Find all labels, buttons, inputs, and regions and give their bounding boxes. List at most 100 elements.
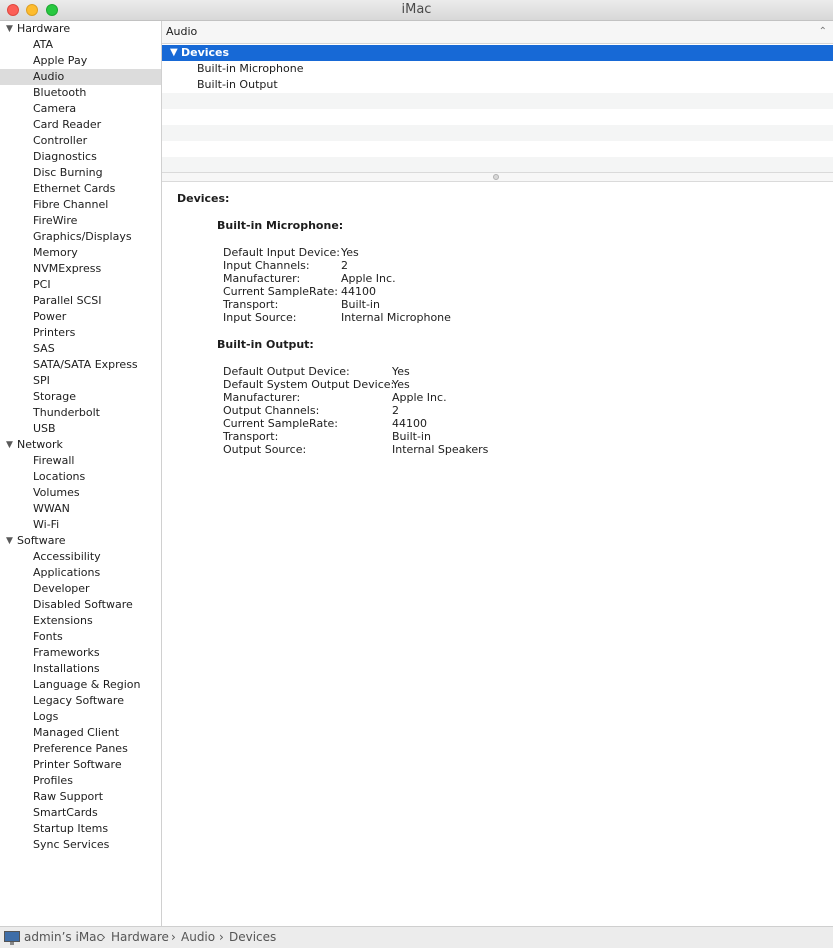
sidebar-group-label: Hardware [17,22,71,35]
tree-row-label: Devices [181,46,230,59]
sidebar-item-audio[interactable]: Audio [0,69,161,85]
sidebar-item-language-region[interactable]: Language & Region [0,677,161,693]
sidebar-item-label: USB [33,422,56,435]
disclosure-triangle-icon[interactable]: ▼ [6,533,13,549]
sidebar-item-memory[interactable]: Memory [0,245,161,261]
sidebar-item-fonts[interactable]: Fonts [0,629,161,645]
detail-key: Default Output Device: [223,365,350,378]
sidebar-item-developer[interactable]: Developer [0,581,161,597]
title-bar: iMac [0,0,833,21]
sidebar[interactable]: ▼ Hardware ATA Apple Pay Audio Bluetooth Camer… [0,21,162,926]
sidebar-item-diagnostics[interactable]: Diagnostics [0,149,161,165]
sidebar-item-label: Power [33,310,67,323]
sidebar-item-pci[interactable]: PCI [0,277,161,293]
sidebar-item-label: Wi-Fi [33,518,60,531]
detail-key: Output Channels: [223,404,320,417]
sidebar-item-label: Diagnostics [33,150,97,163]
sidebar-item-label: Managed Client [33,726,120,739]
sidebar-item-apple-pay[interactable]: Apple Pay [0,53,161,69]
sidebar-item-preference-panes[interactable]: Preference Panes [0,741,161,757]
window-title: iMac [401,2,432,17]
sidebar-item-label: SmartCards [33,806,98,819]
sidebar-item-printers[interactable]: Printers [0,325,161,341]
sidebar-item-smartcards[interactable]: SmartCards [0,805,161,821]
sidebar-item-installations[interactable]: Installations [0,661,161,677]
sidebar-item-sync-services[interactable]: Sync Services [0,837,161,853]
tree-row-built-in-microphone[interactable]: Built-in Microphone [162,61,833,77]
sidebar-item-volumes[interactable]: Volumes [0,485,161,501]
sidebar-item-profiles[interactable]: Profiles [0,773,161,789]
sidebar-item-label: Storage [33,390,77,403]
detail-value: Yes [341,246,359,259]
sidebar-item-sas[interactable]: SAS [0,341,161,357]
sidebar-item-firewall[interactable]: Firewall [0,453,161,469]
sidebar-item-label: Installations [33,662,100,675]
sidebar-item-storage[interactable]: Storage [0,389,161,405]
divider-handle-icon[interactable] [493,174,499,180]
sidebar-item-label: Firewall [33,454,75,467]
sidebar-item-logs[interactable]: Logs [0,709,161,725]
sidebar-item-disc-burning[interactable]: Disc Burning [0,165,161,181]
sidebar-item-frameworks[interactable]: Frameworks [0,645,161,661]
sidebar-item-label: Memory [33,246,78,259]
breadcrumb-separator: › [171,930,176,944]
sidebar-item-power[interactable]: Power [0,309,161,325]
tree-row-empty [162,109,833,125]
sidebar-item-label: Volumes [33,486,80,499]
sidebar-item-label: Graphics/Displays [33,230,132,243]
sidebar-item-extensions[interactable]: Extensions [0,613,161,629]
sidebar-item-accessibility[interactable]: Accessibility [0,549,161,565]
sidebar-item-ethernet-cards[interactable]: Ethernet Cards [0,181,161,197]
sidebar-item-printer-software[interactable]: Printer Software [0,757,161,773]
sidebar-item-legacy-software[interactable]: Legacy Software [0,693,161,709]
sidebar-item-startup-items[interactable]: Startup Items [0,821,161,837]
sidebar-item-fibre-channel[interactable]: Fibre Channel [0,197,161,213]
detail-value: 44100 [341,285,376,298]
tree-row-built-in-output[interactable]: Built-in Output [162,77,833,93]
chevron-up-icon[interactable]: ⌃ [819,21,827,43]
sidebar-item-raw-support[interactable]: Raw Support [0,789,161,805]
sidebar-item-wwan[interactable]: WWAN [0,501,161,517]
sidebar-item-label: Logs [33,710,59,723]
sidebar-item-nvmexpress[interactable]: NVMExpress [0,261,161,277]
breadcrumb-item[interactable]: Audio [181,927,215,948]
sidebar-item-sata-sata-express[interactable]: SATA/SATA Express [0,357,161,373]
sidebar-group-network[interactable]: ▼ Network [0,437,161,453]
breadcrumb-item[interactable]: Devices [229,927,276,948]
sidebar-group-hardware[interactable]: ▼ Hardware [0,21,161,37]
sidebar-item-controller[interactable]: Controller [0,133,161,149]
sidebar-item-usb[interactable]: USB [0,421,161,437]
sidebar-item-label: Disabled Software [33,598,133,611]
sidebar-item-disabled-software[interactable]: Disabled Software [0,597,161,613]
sidebar-item-spi[interactable]: SPI [0,373,161,389]
sidebar-item-managed-client[interactable]: Managed Client [0,725,161,741]
detail-key: Manufacturer: [223,272,301,285]
sidebar-item-thunderbolt[interactable]: Thunderbolt [0,405,161,421]
sidebar-item-applications[interactable]: Applications [0,565,161,581]
disclosure-triangle-icon[interactable]: ▼ [6,437,13,453]
sidebar-item-bluetooth[interactable]: Bluetooth [0,85,161,101]
disclosure-triangle-icon[interactable]: ▼ [6,21,13,37]
breadcrumb-item[interactable]: Hardware [111,927,169,948]
sidebar-item-parallel-scsi[interactable]: Parallel SCSI [0,293,161,309]
sidebar-item-ata[interactable]: ATA [0,37,161,53]
detail-key: Input Channels: [223,259,310,272]
sidebar-item-label: Camera [33,102,77,115]
sidebar-item-locations[interactable]: Locations [0,469,161,485]
tree-row-devices[interactable]: ▼ Devices [162,45,833,61]
detail-value: Yes [392,378,410,391]
detail-key: Manufacturer: [223,391,301,404]
sidebar-item-wi-fi[interactable]: Wi-Fi [0,517,161,533]
sidebar-item-graphics-displays[interactable]: Graphics/Displays [0,229,161,245]
sidebar-item-card-reader[interactable]: Card Reader [0,117,161,133]
breadcrumb-item[interactable]: admin’s iMac [24,927,103,948]
content-header[interactable]: Audio ⌃ [162,21,833,44]
disclosure-triangle-icon[interactable]: ▼ [170,45,178,61]
sidebar-group-software[interactable]: ▼ Software [0,533,161,549]
sidebar-item-firewire[interactable]: FireWire [0,213,161,229]
sidebar-item-camera[interactable]: Camera [0,101,161,117]
detail-key: Current SampleRate: [223,285,338,298]
detail-key: Transport: [223,430,279,443]
detail-key: Transport: [223,298,279,311]
tree-row-label: Built-in Microphone [197,62,304,75]
